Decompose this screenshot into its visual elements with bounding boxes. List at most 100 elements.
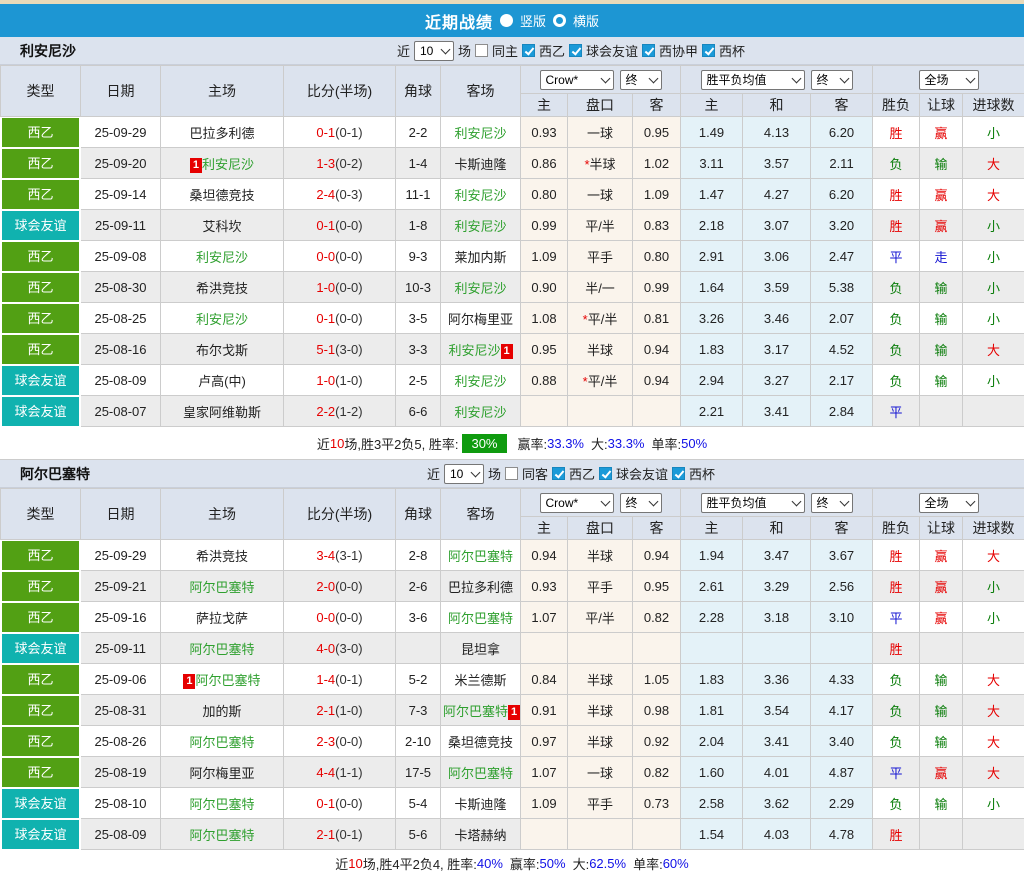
away-team-name: 桑坦德竞技 [448, 735, 513, 750]
handicap-result-cell [920, 633, 963, 664]
odds-time-select[interactable]: 终 [620, 70, 662, 90]
same-venue-label[interactable]: 同主 [492, 41, 518, 60]
layout-radio-vertical-label[interactable]: 竖版 [520, 11, 546, 30]
league-checkbox-label-1[interactable]: 球会友谊 [586, 41, 638, 60]
avg-time-select[interactable]: 终 [811, 70, 853, 90]
score-cell: 4-4(1-1) [284, 757, 396, 788]
league-checkbox-3[interactable] [702, 44, 715, 57]
match-row: 西乙25-08-19阿尔梅里亚4-4(1-1)17-5阿尔巴塞特1.07一球0.… [1, 757, 1024, 788]
goals-result-cell: 大 [963, 757, 1024, 788]
away-team-cell: 阿尔梅里亚 [441, 303, 521, 334]
match-count-select-value: 10 [420, 44, 433, 58]
league-checkbox-1[interactable] [599, 467, 612, 480]
league-checkbox-label-3[interactable]: 西杯 [719, 41, 745, 60]
goals-result-cell: 小 [963, 241, 1024, 272]
handicap-value: 平/半 [585, 611, 615, 626]
avg-home-cell: 1.83 [681, 664, 743, 695]
home-team-name: 桑坦德竞技 [189, 188, 254, 203]
layout-radio-vertical[interactable] [500, 14, 513, 27]
odds-time-select[interactable]: 终 [620, 493, 662, 513]
wdl-result-cell: 胜 [873, 819, 920, 850]
match-count-select[interactable]: 10 [444, 464, 484, 484]
league-checkbox-2[interactable] [642, 44, 655, 57]
away-team-name: 巴拉多利德 [448, 580, 513, 595]
fulltime-score: 0-1 [316, 796, 335, 811]
summary-record: 场,胜4平2负4, 胜率: [363, 854, 477, 873]
sub-header-4: 和 [743, 517, 811, 540]
odds-away-cell [633, 633, 681, 664]
same-venue-label[interactable]: 同客 [522, 464, 548, 483]
summary-stat-label-1: 大: [573, 854, 590, 873]
goals-result-cell: 小 [963, 117, 1024, 148]
fulltime-score: 3-4 [316, 548, 335, 563]
league-checkbox-label-2[interactable]: 西杯 [689, 464, 715, 483]
avg-away-cell: 4.52 [811, 334, 873, 365]
layout-radio-horizontal[interactable] [553, 14, 566, 27]
same-venue-checkbox[interactable] [505, 467, 518, 480]
match-scope-select[interactable]: 全场 [919, 70, 979, 90]
avg-draw-cell: 4.13 [743, 117, 811, 148]
halftime-score: (0-0) [335, 734, 362, 749]
league-checkbox-label-0[interactable]: 西乙 [539, 41, 565, 60]
same-venue-checkbox[interactable] [475, 44, 488, 57]
odds-home-cell: 0.99 [521, 210, 568, 241]
chevron-down-icon [965, 73, 975, 83]
date-cell: 25-09-29 [81, 117, 161, 148]
avg-group-selects: 胜平负均值终 [683, 70, 870, 90]
sub-header-5: 客 [811, 94, 873, 117]
corner-cell: 11-1 [396, 179, 441, 210]
odds-away-cell [633, 819, 681, 850]
avg-away-cell: 2.17 [811, 365, 873, 396]
match-row: 球会友谊25-08-09阿尔巴塞特2-1(0-1)5-6卡塔赫纳1.544.03… [1, 819, 1024, 850]
halftime-score: (0-0) [335, 579, 362, 594]
avg-away-cell [811, 633, 873, 664]
score-cell: 0-0(0-0) [284, 241, 396, 272]
wdl-result-cell: 胜 [873, 633, 920, 664]
corner-cell: 3-6 [396, 602, 441, 633]
odds-company-select[interactable]: Crow* [540, 70, 614, 90]
league-checkbox-1[interactable] [569, 44, 582, 57]
league-checkbox-0[interactable] [522, 44, 535, 57]
wdl-result-cell: 负 [873, 334, 920, 365]
home-team-name: 利安尼沙 [196, 312, 248, 327]
avg-draw-cell: 3.47 [743, 540, 811, 571]
away-team-name: 利安尼沙 [454, 374, 506, 389]
away-team-cell: 利安尼沙 [441, 396, 521, 427]
match-count-select[interactable]: 10 [414, 41, 454, 61]
score-cell: 0-1(0-0) [284, 303, 396, 334]
date-cell: 25-08-16 [81, 334, 161, 365]
league-checkbox-label-2[interactable]: 西协甲 [659, 41, 698, 60]
match-row: 西乙25-08-31加的斯2-1(1-0)7-3阿尔巴塞特10.91半球0.98… [1, 695, 1024, 726]
league-checkbox-label-0[interactable]: 西乙 [569, 464, 595, 483]
handicap-result-cell: 输 [920, 148, 963, 179]
avg-home-cell: 1.49 [681, 117, 743, 148]
handicap-result-cell: 赢 [920, 179, 963, 210]
avg-type-select[interactable]: 胜平负均值 [701, 493, 805, 513]
league-badge: 西乙 [2, 665, 79, 694]
home-team-cell: 利安尼沙 [161, 303, 284, 334]
match-row: 球会友谊25-08-09卢高(中)1-0(1-0)2-5利安尼沙0.88*平/半… [1, 365, 1024, 396]
avg-home-cell: 1.81 [681, 695, 743, 726]
away-team-cell: 阿尔巴塞特 [441, 602, 521, 633]
avg-time-select[interactable]: 终 [811, 493, 853, 513]
away-team-cell: 阿尔巴塞特 [441, 540, 521, 571]
odds-company-select[interactable]: Crow* [540, 493, 614, 513]
halftime-score: (0-1) [335, 125, 362, 140]
layout-radio-horizontal-label[interactable]: 横版 [573, 11, 599, 30]
chevron-down-icon [600, 73, 610, 83]
goals-result-cell [963, 633, 1024, 664]
league-checkbox-label-1[interactable]: 球会友谊 [616, 464, 668, 483]
col-header-2: 主场 [161, 66, 284, 117]
away-team-cell: 利安尼沙 [441, 272, 521, 303]
league-checkbox-2[interactable] [672, 467, 685, 480]
avg-draw-cell: 3.46 [743, 303, 811, 334]
match-scope-select[interactable]: 全场 [919, 493, 979, 513]
home-team-cell: 巴拉多利德 [161, 117, 284, 148]
goals-result-cell: 大 [963, 334, 1024, 365]
sub-header-2: 客 [633, 517, 681, 540]
section-header: 阿尔巴塞特近10场同客西乙球会友谊西杯 [0, 460, 1024, 488]
score-cell: 2-0(0-0) [284, 571, 396, 602]
avg-type-select[interactable]: 胜平负均值 [701, 70, 805, 90]
league-checkbox-0[interactable] [552, 467, 565, 480]
col-header-1: 日期 [81, 489, 161, 540]
